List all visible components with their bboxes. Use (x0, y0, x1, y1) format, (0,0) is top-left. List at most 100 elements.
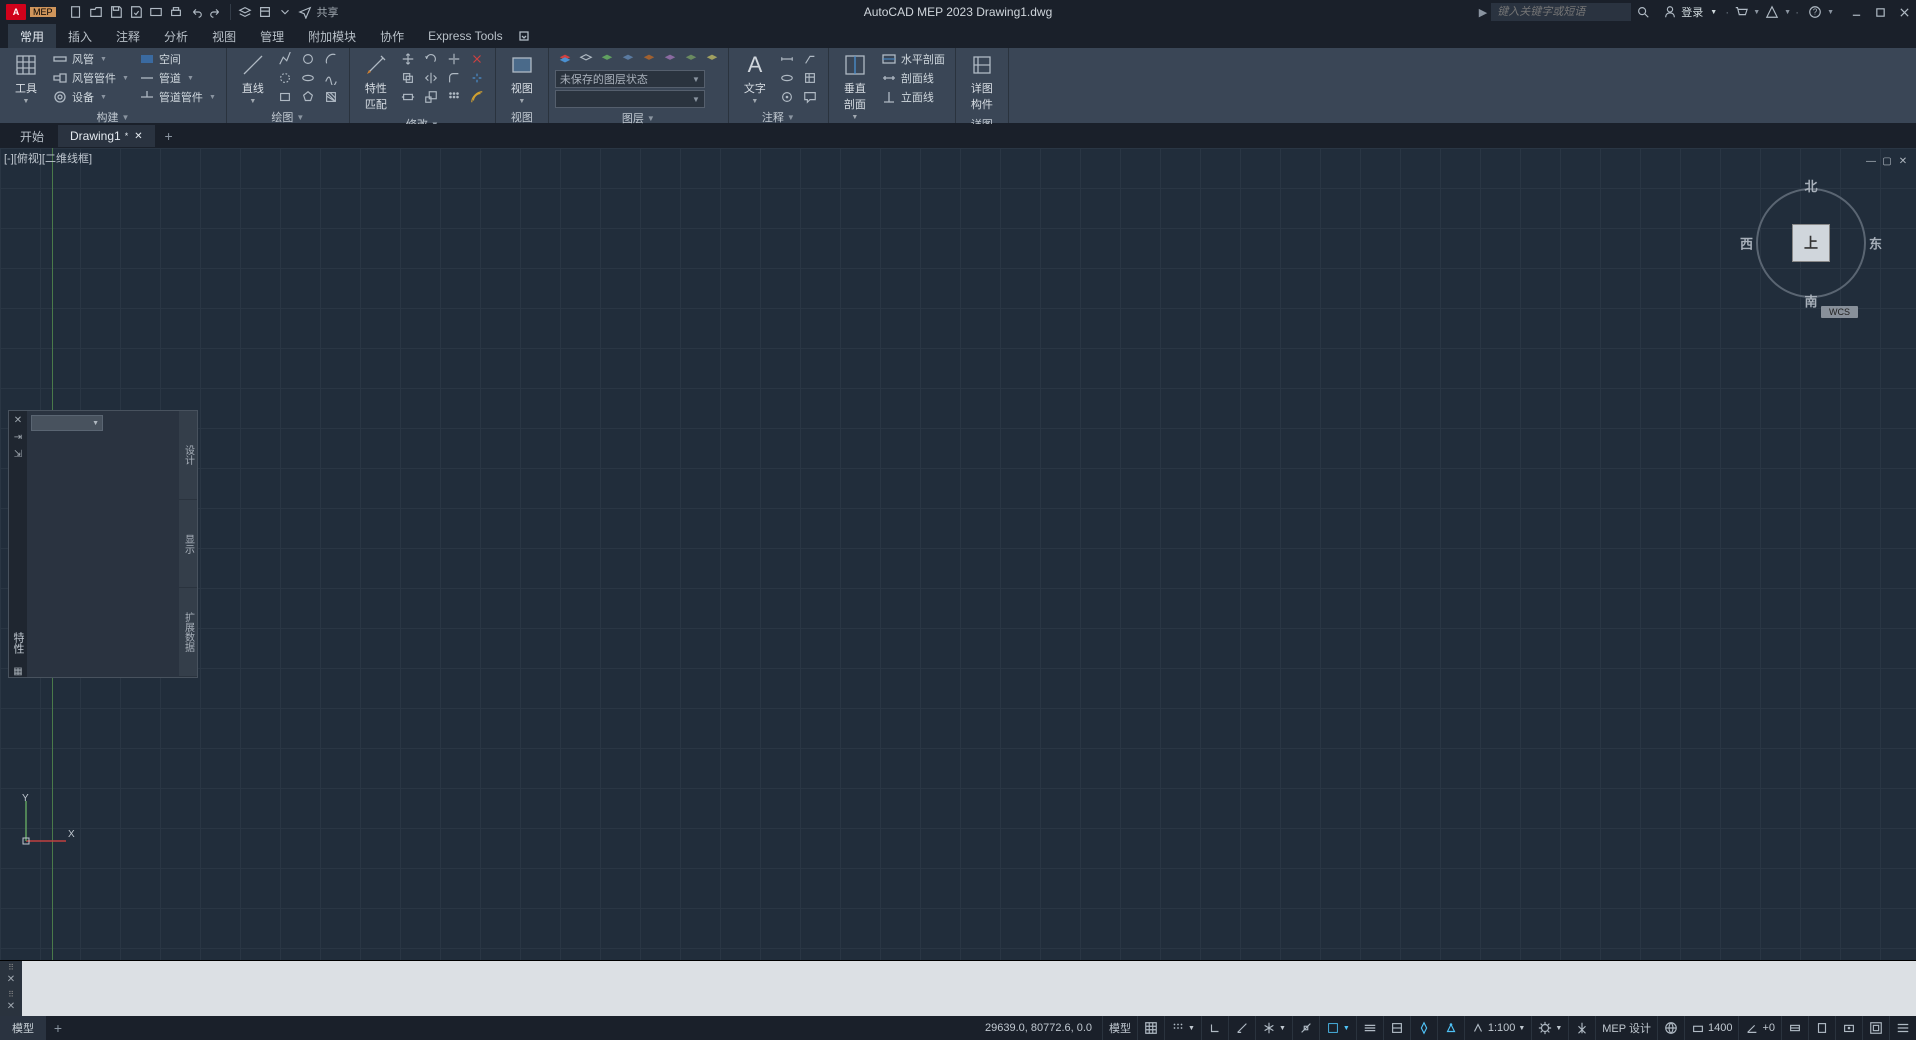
status-elev[interactable]: 1400 (1684, 1016, 1738, 1040)
doc-tab-drawing1[interactable]: Drawing1*✕ (58, 125, 155, 147)
props-tab-display[interactable]: 显示 (179, 500, 197, 589)
trim-icon[interactable] (444, 50, 464, 68)
props-tab-extdata[interactable]: 扩展数据 (179, 588, 197, 677)
view-cube[interactable]: 北 南 东 西 上 (1746, 178, 1876, 308)
share-label[interactable]: 共享 (317, 4, 339, 20)
layer-match-icon[interactable] (660, 50, 680, 68)
dim-icon[interactable] (777, 50, 797, 68)
status-snap-icon[interactable]: ▼ (1164, 1016, 1201, 1040)
tab-view[interactable]: 视图 (200, 24, 248, 48)
status-osnap-icon[interactable] (1292, 1016, 1319, 1040)
array-icon[interactable] (444, 88, 464, 106)
status-workspace[interactable]: MEP 设计 (1595, 1016, 1657, 1040)
status-2d-icon[interactable]: ▼ (1319, 1016, 1356, 1040)
layer-lock-icon[interactable] (639, 50, 659, 68)
qat-undo-icon[interactable] (186, 2, 206, 22)
spline-icon[interactable] (321, 69, 341, 87)
status-cut-icon[interactable] (1781, 1016, 1808, 1040)
qat-open-icon[interactable] (86, 2, 106, 22)
status-polar-icon[interactable] (1228, 1016, 1255, 1040)
line-button[interactable]: 直线▼ (233, 50, 273, 107)
match-props-button[interactable]: 特性 匹配 (356, 50, 396, 114)
duct-fitting-button[interactable]: 风管管件▼ (48, 69, 133, 87)
cart-icon[interactable] (1729, 0, 1753, 24)
tab-manage[interactable]: 管理 (248, 24, 296, 48)
command-line[interactable]: ⠿✕ ⠿✕ (0, 960, 1916, 1016)
qat-props-icon[interactable] (255, 2, 275, 22)
doc-tab-start[interactable]: 开始 (8, 125, 56, 147)
wcs-label[interactable]: WCS (1821, 306, 1858, 318)
layer-current-combo[interactable]: ▼ (555, 90, 705, 108)
palette-menu-icon[interactable]: ⇲ (14, 449, 22, 460)
qat-plot-icon[interactable] (166, 2, 186, 22)
ellipse-icon[interactable] (275, 69, 295, 87)
tag-icon[interactable] (800, 69, 820, 87)
status-iso-icon[interactable]: ▼ (1255, 1016, 1292, 1040)
search-icon[interactable] (1631, 0, 1655, 24)
arc-icon[interactable] (321, 50, 341, 68)
viewcube-south[interactable]: 南 (1804, 291, 1817, 310)
leader-icon[interactable] (800, 50, 820, 68)
palette-close-icon[interactable]: ✕ (14, 415, 22, 426)
qat-send-icon[interactable] (295, 2, 315, 22)
layer-freeze-icon[interactable] (618, 50, 638, 68)
vp-maximize-icon[interactable]: ▢ (1880, 154, 1894, 168)
layer-prev-icon[interactable] (681, 50, 701, 68)
copy-icon[interactable] (398, 69, 418, 87)
text-button[interactable]: A 文字▼ (735, 50, 775, 107)
rect-icon[interactable] (275, 88, 295, 106)
rotate-icon[interactable] (421, 50, 441, 68)
polyline-icon[interactable] (275, 50, 295, 68)
stretch-icon[interactable] (398, 88, 418, 106)
explode-icon[interactable] (467, 69, 487, 87)
drawing-area[interactable]: [-][俯视][二维线框] — ▢ ✕ 北 南 东 西 上 WCS ✕ ⇥ ⇲ … (0, 148, 1916, 960)
vp-minimize-icon[interactable]: — (1864, 154, 1878, 168)
layout-new-button[interactable]: + (46, 1020, 70, 1036)
space-button[interactable]: 空间 (135, 50, 220, 68)
status-clean-icon[interactable] (1862, 1016, 1889, 1040)
props-object-combo[interactable]: ▼ (31, 415, 103, 431)
layer-off-icon[interactable] (576, 50, 596, 68)
view-button[interactable]: 视图▼ (502, 50, 542, 107)
viewport-label[interactable]: [-][俯视][二维线框] (4, 150, 92, 166)
layer-props-icon[interactable] (555, 50, 575, 68)
layer-iso-icon[interactable] (597, 50, 617, 68)
ucs-icon[interactable]: XY (16, 791, 76, 854)
qat-save-icon[interactable] (106, 2, 126, 22)
cmd-close-icon-2[interactable]: ✕ (7, 1001, 15, 1012)
table-icon[interactable] (777, 69, 797, 87)
search-input[interactable] (1491, 3, 1631, 21)
close-button[interactable] (1892, 0, 1916, 24)
fillet-icon[interactable] (444, 69, 464, 87)
annot2-icon[interactable] (800, 88, 820, 106)
tab-express[interactable]: Express Tools (416, 24, 514, 48)
circle-icon[interactable] (298, 50, 318, 68)
mirror-icon[interactable] (421, 69, 441, 87)
status-clip-icon[interactable] (1808, 1016, 1835, 1040)
pipe-fitting-button[interactable]: 管道管件▼ (135, 88, 220, 106)
status-gear-icon[interactable]: ▼ (1531, 1016, 1568, 1040)
props-tab-design[interactable]: 设计 (179, 411, 197, 500)
help-icon[interactable]: ? (1803, 0, 1827, 24)
tab-addins[interactable]: 附加模块 (296, 24, 368, 48)
erase-icon[interactable] (467, 50, 487, 68)
autodesk-icon[interactable] (1760, 0, 1784, 24)
status-annoscale-icon[interactable] (1437, 1016, 1464, 1040)
vsection-button[interactable]: 垂直 剖面▼ (835, 50, 875, 123)
elev-line-button[interactable]: 立面线 (877, 88, 949, 106)
status-model[interactable]: 模型 (1102, 1016, 1137, 1040)
status-custom-icon[interactable] (1889, 1016, 1916, 1040)
revcloud-icon[interactable] (777, 88, 797, 106)
polygon-icon[interactable] (298, 88, 318, 106)
duct-button[interactable]: 风管▼ (48, 50, 133, 68)
layout-tab-model[interactable]: 模型 (0, 1016, 46, 1040)
status-scale[interactable]: 1:100▼ (1464, 1016, 1531, 1040)
qat-web-icon[interactable] (146, 2, 166, 22)
status-globe-icon[interactable] (1657, 1016, 1684, 1040)
status-dyn-icon[interactable] (1410, 1016, 1437, 1040)
viewcube-east[interactable]: 东 (1869, 234, 1882, 253)
status-pref-icon[interactable] (1568, 1016, 1595, 1040)
viewcube-north[interactable]: 北 (1804, 176, 1817, 195)
status-lwt-icon[interactable] (1356, 1016, 1383, 1040)
app-logo[interactable]: A (6, 4, 26, 20)
